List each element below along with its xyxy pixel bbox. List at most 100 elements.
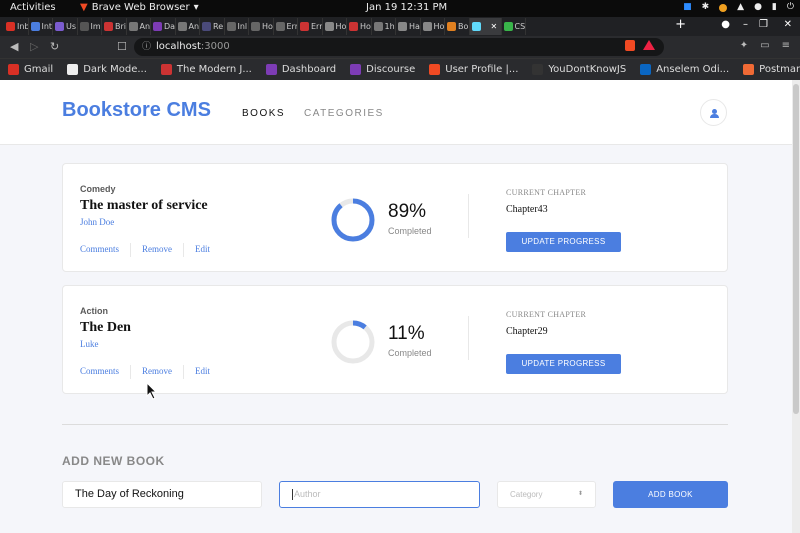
tab-label: Bri bbox=[115, 22, 126, 31]
tab-label: Re bbox=[213, 22, 224, 31]
brave-shields-icon[interactable] bbox=[625, 40, 635, 51]
update-progress-button[interactable]: UPDATE PROGRESS bbox=[506, 354, 621, 374]
bookmark-item[interactable]: Anselem Odi... bbox=[640, 64, 729, 75]
new-tab-button[interactable]: + bbox=[675, 17, 686, 32]
url-port: :3000 bbox=[200, 41, 230, 52]
browser-tab[interactable]: Im bbox=[78, 18, 102, 35]
app-logo[interactable]: Bookstore CMS bbox=[62, 99, 211, 122]
book-card: Comedy The master of service John Doe Co… bbox=[62, 163, 728, 272]
browser-tab[interactable]: Err bbox=[274, 18, 298, 35]
minimize-icon[interactable]: – bbox=[743, 19, 748, 30]
book-title: The master of service bbox=[80, 198, 208, 213]
network-activity-icon: ✱ bbox=[701, 2, 710, 12]
forward-icon[interactable]: ▷ bbox=[30, 40, 38, 53]
edit-button[interactable]: Edit bbox=[184, 365, 221, 379]
browser-tab[interactable]: Inl bbox=[225, 18, 249, 35]
bookmark-item[interactable]: Gmail bbox=[8, 64, 53, 75]
zoom-icon: ■ bbox=[683, 2, 692, 12]
back-icon[interactable]: ◀ bbox=[10, 40, 18, 53]
system-tray[interactable]: ■ ✱ ▲ ● ▮ ⏻ bbox=[683, 2, 794, 12]
browser-tab[interactable]: Int bbox=[29, 18, 53, 35]
browser-tab[interactable]: Da bbox=[151, 18, 176, 35]
tab-label: Im bbox=[90, 22, 101, 31]
bookmark-label: User Profile |... bbox=[445, 64, 519, 75]
browser-tab[interactable]: Bri bbox=[102, 18, 127, 35]
menu-icon[interactable]: ≡ bbox=[782, 40, 790, 51]
remove-button[interactable]: Remove bbox=[131, 243, 185, 257]
browser-tab[interactable]: Err bbox=[298, 18, 323, 35]
browser-tab[interactable]: ✕ bbox=[469, 18, 502, 35]
site-info-icon[interactable]: ⓘ bbox=[142, 38, 151, 56]
tab-favicon-icon bbox=[177, 22, 187, 31]
remove-button[interactable]: Remove bbox=[131, 365, 185, 379]
bookmark-label: Discourse bbox=[366, 64, 416, 75]
activities-button[interactable]: Activities bbox=[10, 2, 56, 13]
progress-percent: 89% bbox=[388, 201, 427, 222]
reload-icon[interactable]: ↻ bbox=[50, 40, 59, 53]
browser-tab[interactable]: Ho bbox=[249, 18, 274, 35]
browser-tab[interactable]: Inb bbox=[4, 18, 29, 35]
os-top-bar: Activities ▼ Brave Web Browser ▾ Jan 19 … bbox=[0, 0, 800, 17]
close-icon[interactable]: ✕ bbox=[784, 19, 792, 30]
browser-tab[interactable]: Us bbox=[53, 18, 78, 35]
app-menu[interactable]: ▼ Brave Web Browser ▾ bbox=[80, 2, 199, 13]
clock[interactable]: Jan 19 12:31 PM bbox=[366, 2, 447, 13]
maximize-icon[interactable]: ❐ bbox=[759, 19, 768, 30]
bookmark-label: Postman bbox=[759, 64, 800, 75]
category-select[interactable]: Category ⬍ bbox=[497, 481, 596, 508]
book-author[interactable]: John Doe bbox=[80, 217, 114, 227]
bookmark-favicon-icon bbox=[160, 64, 172, 75]
tab-favicon-icon bbox=[128, 22, 138, 31]
progress-status: Completed bbox=[388, 348, 432, 358]
tab-label: Ho bbox=[360, 22, 371, 31]
browser-tab[interactable]: Re bbox=[200, 18, 225, 35]
brave-rewards-icon[interactable] bbox=[643, 40, 655, 50]
page-scrollbar[interactable] bbox=[792, 80, 800, 533]
bookmark-item[interactable]: The Modern J... bbox=[160, 64, 252, 75]
bookmark-item[interactable]: Dashboard bbox=[265, 64, 337, 75]
book-title-input[interactable]: The Day of Reckoning bbox=[62, 481, 262, 508]
bookmark-item[interactable]: Discourse bbox=[350, 64, 415, 75]
nav-categories-link[interactable]: CATEGORIES bbox=[304, 108, 384, 119]
browser-tab[interactable]: Ho bbox=[323, 18, 347, 35]
bookmark-item[interactable]: User Profile |... bbox=[429, 64, 518, 75]
browser-tab[interactable]: CS bbox=[502, 18, 526, 35]
add-book-button[interactable]: ADD BOOK bbox=[613, 481, 728, 508]
bookmark-label: Dashboard bbox=[281, 64, 337, 75]
url-field[interactable]: ⓘ localhost:3000 bbox=[134, 38, 664, 56]
tab-label: Ha bbox=[409, 22, 420, 31]
comments-button[interactable]: Comments bbox=[80, 243, 132, 257]
edit-button[interactable]: Edit bbox=[184, 243, 221, 257]
tab-favicon-icon bbox=[55, 22, 64, 31]
browser-tab[interactable]: An bbox=[127, 18, 151, 35]
book-author[interactable]: Luke bbox=[80, 339, 99, 349]
close-tab-icon[interactable]: ✕ bbox=[491, 22, 498, 31]
tab-label: An bbox=[188, 22, 200, 31]
tab-label: Inl bbox=[237, 22, 248, 31]
bookmark-item[interactable]: YouDontKnowJS bbox=[532, 64, 626, 75]
bookmark-icon[interactable]: ☐ bbox=[117, 40, 127, 53]
browser-tab[interactable]: An bbox=[176, 18, 200, 35]
user-profile-button[interactable] bbox=[700, 99, 727, 126]
comments-button[interactable]: Comments bbox=[80, 365, 132, 379]
tab-favicon-icon bbox=[275, 22, 285, 31]
record-icon[interactable]: ● bbox=[721, 19, 730, 30]
section-divider bbox=[62, 424, 728, 425]
extensions-icon[interactable]: ✦ bbox=[740, 40, 748, 51]
browser-tab[interactable]: Ho bbox=[347, 18, 372, 35]
browser-tab[interactable]: 1h bbox=[372, 18, 396, 35]
browser-tab[interactable]: Ho bbox=[421, 18, 445, 35]
nav-books-link[interactable]: BOOKS bbox=[242, 108, 285, 119]
wallet-icon[interactable]: ▭ bbox=[760, 40, 769, 51]
update-progress-button[interactable]: UPDATE PROGRESS bbox=[506, 232, 621, 252]
browser-tab[interactable]: Bo bbox=[445, 18, 470, 35]
scrollbar-thumb[interactable] bbox=[793, 84, 799, 414]
tab-favicon-icon bbox=[349, 22, 358, 31]
bookmark-favicon-icon bbox=[429, 64, 441, 75]
browser-tab[interactable]: Ha bbox=[396, 18, 421, 35]
user-icon-body bbox=[710, 114, 719, 118]
bookmark-item[interactable]: Dark Mode... bbox=[67, 64, 147, 75]
bookmark-item[interactable]: Postman bbox=[743, 64, 800, 75]
author-input[interactable]: Author bbox=[279, 481, 480, 508]
tab-favicon-icon bbox=[153, 22, 162, 31]
